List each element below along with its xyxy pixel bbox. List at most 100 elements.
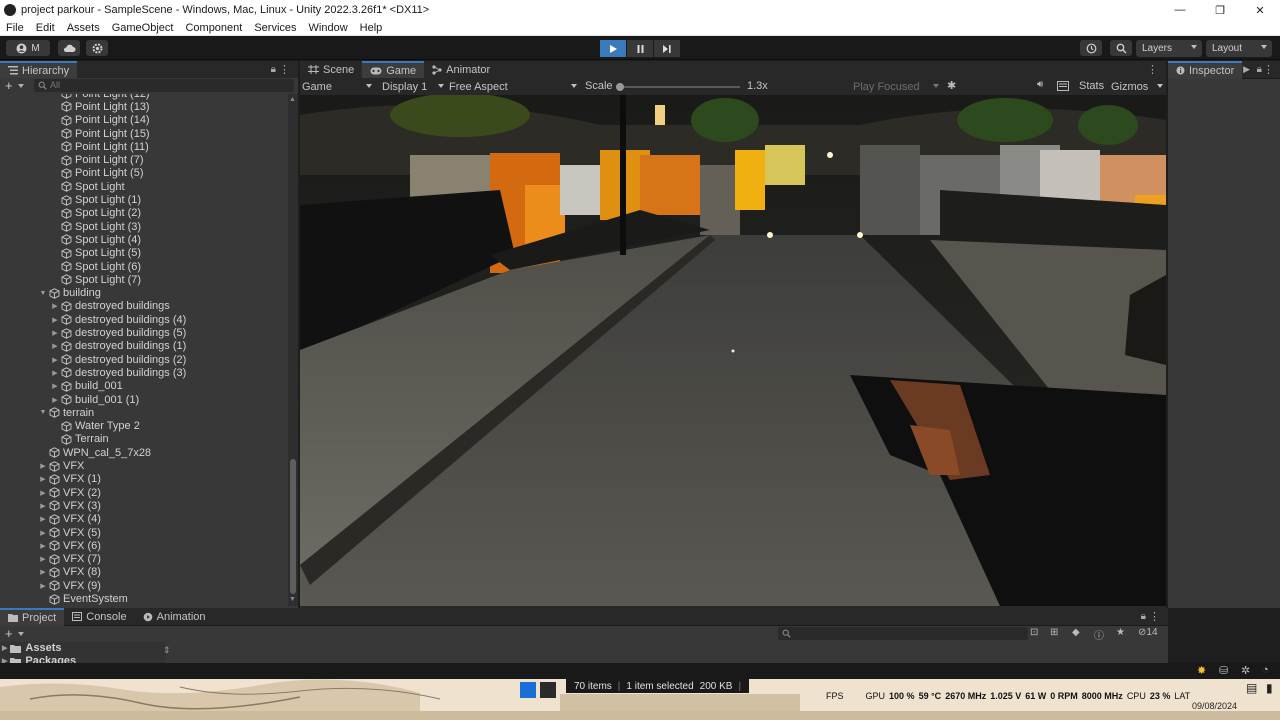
tab-scene[interactable]: Scene [300,61,362,79]
menu-services[interactable]: Services [248,22,302,34]
hierarchy-item[interactable]: ▶ build_001 (1) [50,393,139,406]
expand-down-icon[interactable]: ▼ [38,408,48,418]
expand-right-icon[interactable]: ▶ [50,341,60,351]
project-search-input[interactable] [778,627,1028,640]
aspect-dropdown[interactable]: Free Aspect [449,78,577,95]
hierarchy-item[interactable]: ▶ VFX [38,459,84,472]
hierarchy-item[interactable]: Water Type 2 [50,420,140,433]
cache-icon[interactable]: ⛁ [1219,664,1228,677]
notes-icon[interactable]: ▤ [1246,681,1257,695]
hierarchy-item[interactable]: Terrain [50,433,109,446]
hierarchy-item[interactable]: ▶ destroyed buildings (1) [50,340,186,353]
tab-game[interactable]: Game [362,60,425,79]
cloud-button[interactable] [58,40,80,56]
hierarchy-item[interactable]: ▶ VFX (5) [38,526,101,539]
chevron-down-icon[interactable] [18,84,24,88]
menu-edit[interactable]: Edit [30,22,61,34]
tab-project[interactable]: Project [0,607,65,626]
hierarchy-item[interactable]: Spot Light (5) [50,247,141,260]
hierarchy-item[interactable]: ▶ VFX (8) [38,566,101,579]
menu-component[interactable]: Component [179,22,248,34]
expand-right-icon[interactable]: ▶ [38,554,48,564]
expand-right-icon[interactable]: ▶ [50,368,60,378]
hierarchy-item[interactable]: ▶ destroyed buildings (2) [50,353,186,366]
menu-gameobject[interactable]: GameObject [106,22,180,34]
pause-button[interactable] [627,40,653,57]
hierarchy-item[interactable]: ▶ VFX (1) [38,473,101,486]
tab-hierarchy[interactable]: Hierarchy [0,60,78,79]
game-viewport[interactable] [300,95,1166,606]
hierarchy-item[interactable]: Point Light (15) [50,127,150,140]
tab-console[interactable]: Console [64,608,134,626]
debug-icon[interactable]: ✲ [1241,664,1250,677]
hierarchy-item[interactable]: Spot Light (2) [50,207,141,220]
expand-icon[interactable]: ▶ [2,644,7,652]
audio-icon[interactable]: 🔊︎ [1037,79,1043,90]
hierarchy-item[interactable]: EventSystem [38,592,128,605]
account-button[interactable]: M [6,40,50,56]
favorite-icon[interactable]: ★ [1116,627,1125,638]
step-button[interactable] [654,40,680,57]
folder-assets[interactable]: ▶ Assets [2,642,61,654]
hierarchy-item[interactable]: ▶ build_001 [50,380,122,393]
hierarchy-item[interactable]: ▶ VFX (3) [38,499,101,512]
expand-right-icon[interactable]: ▶ [38,514,48,524]
hierarchy-item[interactable]: Point Light (13) [50,100,150,113]
tab-animator[interactable]: Animator [424,61,498,79]
hierarchy-scrollbar[interactable] [288,94,298,606]
menu-help[interactable]: Help [354,22,389,34]
lock-icon[interactable]: 🔒︎ [1141,611,1146,622]
scrollbar-thumb[interactable] [290,459,296,594]
stats-button[interactable]: Stats [1079,80,1104,92]
expand-right-icon[interactable]: ▶ [38,488,48,498]
play-icon[interactable]: ▶ [1243,64,1250,75]
expand-right-icon[interactable]: ▶ [38,528,48,538]
hierarchy-item[interactable]: ▶ VFX (6) [38,539,101,552]
expand-right-icon[interactable]: ▶ [50,315,60,325]
resize-handle-icon[interactable]: ⇕ [163,645,171,656]
hierarchy-item[interactable]: ▼ terrain [38,406,95,419]
layers-dropdown[interactable]: Layers [1136,40,1202,57]
expand-right-icon[interactable]: ▶ [50,301,60,311]
close-button[interactable]: ✕ [1240,0,1280,20]
expand-right-icon[interactable]: ▶ [38,461,48,471]
scale-slider[interactable] [616,83,740,91]
maximize-button[interactable]: ❐ [1200,0,1240,20]
hierarchy-search-input[interactable]: All [34,79,294,92]
expand-right-icon[interactable]: ▶ [38,581,48,591]
history-button[interactable] [1080,40,1102,56]
hierarchy-item[interactable]: WPN_cal_5_7x28 [38,446,151,459]
expand-right-icon[interactable]: ▶ [50,381,60,391]
expand-right-icon[interactable]: ▶ [38,541,48,551]
hierarchy-item[interactable]: ▶ VFX (4) [38,513,101,526]
more-options-icon[interactable]: ⋮ [279,63,290,76]
gizmos-dropdown[interactable]: Gizmos [1111,78,1163,95]
progress-icon[interactable]: ◔ [1262,664,1269,676]
hierarchy-item[interactable]: Point Light (5) [50,167,143,180]
settings-button[interactable] [86,40,108,56]
layout-dropdown[interactable]: Layout [1206,40,1272,57]
hierarchy-item[interactable]: Spot Light (1) [50,193,141,206]
menu-file[interactable]: File [0,22,30,34]
lock-icon[interactable]: 🔒︎ [1257,64,1262,75]
more-options-icon[interactable]: ⋮ [1263,63,1274,76]
filter-type-icon[interactable]: ⊞ [1050,627,1058,638]
scroll-up-icon[interactable]: ▲ [289,96,296,103]
scroll-icon[interactable]: ▮ [1266,681,1273,695]
hierarchy-item[interactable]: ▶ destroyed buildings (5) [50,326,186,339]
more-options-icon[interactable]: ⋮ [1149,610,1160,623]
game-mode-dropdown[interactable]: Game [302,78,374,95]
play-button[interactable] [600,40,626,57]
hierarchy-item[interactable]: ▶ VFX (7) [38,553,101,566]
hierarchy-item[interactable]: ▶ VFX (2) [38,486,101,499]
tab-animation[interactable]: Animation [135,608,214,626]
hierarchy-item[interactable]: ▼ building [38,287,101,300]
hierarchy-item[interactable]: Spot Light [50,180,125,193]
hierarchy-item[interactable]: Point Light (7) [50,154,143,167]
hierarchy-item[interactable]: Spot Light (4) [50,233,141,246]
label-icon[interactable]: ◆ [1072,627,1080,638]
slider-handle[interactable] [616,83,624,91]
hierarchy-item[interactable]: Spot Light (7) [50,273,141,286]
hidden-count-badge[interactable]: ⊘14 [1138,627,1158,638]
filter-search-icon[interactable]: ⊡ [1030,627,1038,638]
